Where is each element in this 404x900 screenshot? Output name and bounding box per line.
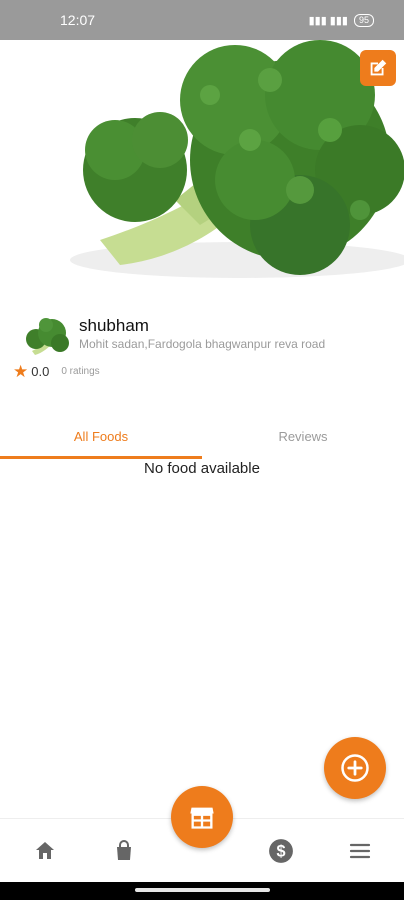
empty-state-message: No food available bbox=[144, 460, 260, 477]
rating-value: 0.0 bbox=[31, 364, 50, 379]
nav-menu[interactable] bbox=[346, 837, 374, 865]
broccoli-illustration bbox=[70, 40, 404, 278]
tab-bar: All Foods Reviews bbox=[0, 415, 404, 460]
cover-image-broccoli bbox=[0, 40, 404, 300]
system-gesture-area bbox=[0, 882, 404, 900]
nav-orders[interactable] bbox=[110, 837, 138, 865]
shopping-bag-icon bbox=[117, 840, 131, 860]
active-tab-indicator bbox=[0, 456, 202, 459]
status-bar: 12:07 ▮▮▮ ▮▮▮ 95 bbox=[0, 0, 404, 40]
nav-home[interactable] bbox=[31, 837, 59, 865]
rating-row: ★ 0.0 0 ratings bbox=[13, 363, 100, 380]
menu-icon bbox=[349, 843, 371, 859]
edit-icon bbox=[370, 59, 387, 76]
signal-icon: ▮▮▮ ▮▮▮ bbox=[308, 14, 348, 27]
edit-button[interactable] bbox=[360, 50, 396, 86]
svg-text:$: $ bbox=[276, 842, 285, 860]
rating-count: 0 ratings bbox=[61, 366, 100, 377]
star-icon: ★ bbox=[13, 362, 29, 381]
tab-all-foods[interactable]: All Foods bbox=[0, 415, 202, 457]
shop-address: Mohit sadan,Fardogola bhagwanpur reva ro… bbox=[79, 337, 326, 351]
gesture-handle[interactable] bbox=[135, 888, 270, 892]
dollar-icon: $ bbox=[269, 839, 293, 863]
home-icon bbox=[36, 842, 54, 859]
tab-reviews[interactable]: Reviews bbox=[202, 415, 404, 457]
add-food-button[interactable] bbox=[324, 737, 386, 799]
shop-avatar bbox=[26, 318, 69, 355]
store-button[interactable] bbox=[171, 786, 233, 848]
store-icon bbox=[190, 807, 214, 829]
battery-level: 95 bbox=[353, 13, 374, 27]
shop-name: shubham bbox=[79, 316, 149, 335]
shop-profile: shubham Mohit sadan,Fardogola bhagwanpur… bbox=[0, 305, 404, 385]
nav-earnings[interactable]: $ bbox=[267, 837, 295, 865]
status-indicators: ▮▮▮ ▮▮▮ 95 bbox=[308, 13, 374, 27]
status-time: 12:07 bbox=[60, 12, 96, 28]
add-circle-icon bbox=[341, 754, 369, 782]
